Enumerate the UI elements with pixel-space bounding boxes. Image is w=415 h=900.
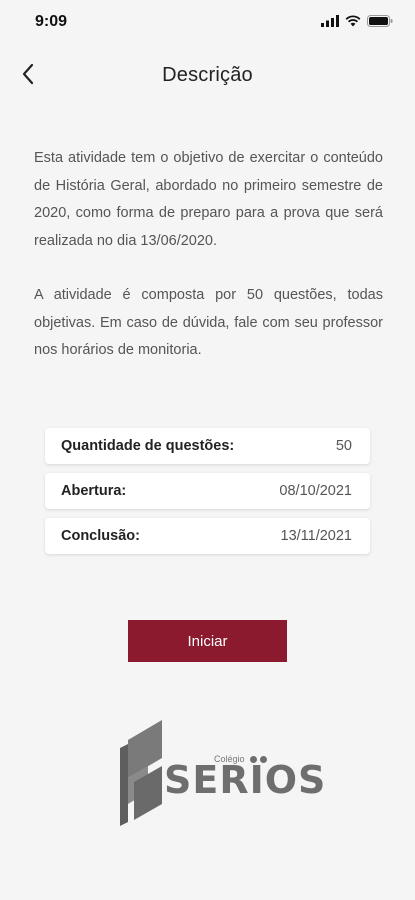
wifi-icon [345,14,361,32]
info-card-questions: Quantidade de questões: 50 [45,428,370,464]
page-title: Descrição [162,64,253,86]
signal-icon [321,14,339,32]
info-list: Quantidade de questões: 50 Abertura: 08/… [45,428,370,563]
description-paragraph: A atividade é composta por 50 questões, … [34,287,383,358]
start-button[interactable]: Iniciar [128,620,287,662]
status-icons [321,14,393,32]
activity-description: Esta atividade tem o objetivo de exercit… [34,145,383,392]
info-value: 50 [335,438,352,454]
school-logo: Colégio SERIOS [118,718,325,828]
info-card-conclusion: Conclusão: 13/11/2021 [45,518,370,554]
info-label: Quantidade de questões: [61,438,235,454]
status-bar: 9:09 [0,0,415,46]
description-paragraph: Esta atividade tem o objetivo de exercit… [34,150,383,249]
logo-wordmark: SERIOS [164,758,327,802]
info-label: Conclusão: [61,528,140,544]
info-value: 08/10/2021 [279,483,352,499]
header: Descrição [0,50,415,102]
battery-icon [367,14,393,32]
info-value: 13/11/2021 [280,528,353,544]
info-card-opening: Abertura: 08/10/2021 [45,473,370,509]
status-time: 9:09 [35,13,68,30]
info-label: Abertura: [61,483,127,499]
